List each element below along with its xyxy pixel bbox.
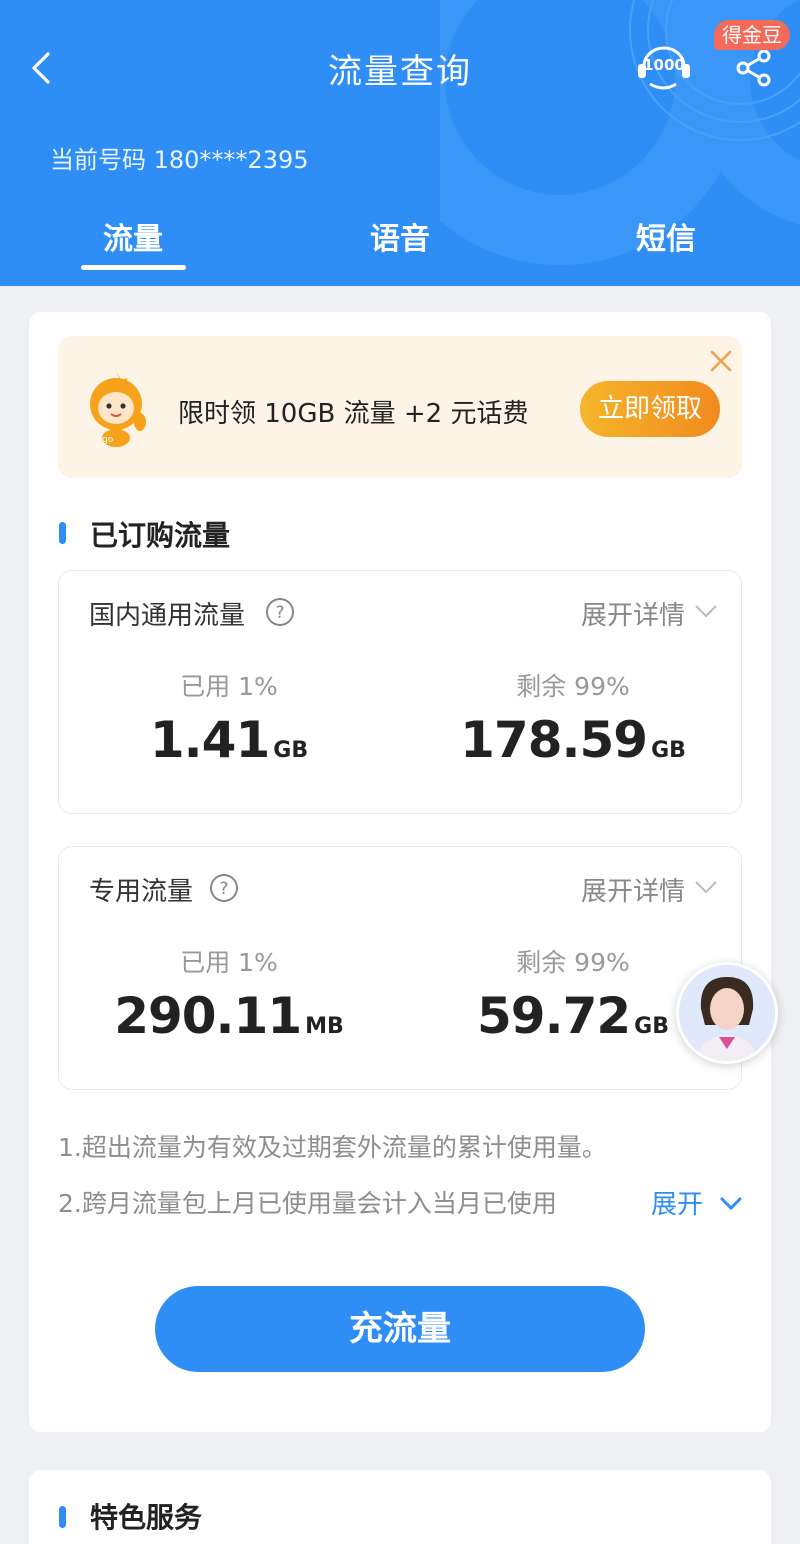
used-amount: 290.11 MB <box>69 987 389 1045</box>
section-marker <box>59 1506 66 1528</box>
active-tab-indicator <box>81 265 186 270</box>
tab-data[interactable]: 流量 <box>63 214 203 258</box>
note-line-2: 2.跨月流量包上月已使用量会计入当月已使用 <box>58 1189 557 1218</box>
mascot-label: go <box>102 435 114 445</box>
remaining-unit: GB <box>634 1014 669 1039</box>
section-marker <box>59 522 66 544</box>
tab-bar: 流量 语音 短信 <box>0 214 800 274</box>
remaining-unit: GB <box>651 738 686 763</box>
expand-details-link[interactable]: 展开详情 <box>581 595 685 632</box>
notes-expand-link[interactable]: 展开 <box>649 1184 704 1224</box>
main-card: go 限时领 10GB 流量 +2 元话费 立即领取 已订购流量 国内通用流量 … <box>29 312 771 1432</box>
used-value: 290.11 <box>114 987 302 1045</box>
assistant-avatar[interactable] <box>676 962 778 1064</box>
remaining-percent: 剩余 99% <box>516 672 630 701</box>
section-title-services: 特色服务 <box>90 1501 203 1534</box>
used-percent: 已用 1% <box>180 672 278 701</box>
chevron-down-icon[interactable] <box>693 879 719 895</box>
usage-box-special: 专用流量 ? 展开详情 已用 1% 290.11 MB 剩余 99% 59.72 G… <box>58 846 742 1090</box>
help-icon[interactable]: ? <box>209 873 239 903</box>
remaining-amount: 178.59 GB <box>413 711 733 769</box>
usage-box-general: 国内通用流量 ? 展开详情 已用 1% 1.41 GB 剩余 99% 178.59… <box>58 570 742 814</box>
used-value: 1.41 <box>149 711 270 769</box>
used-percent: 已用 1% <box>180 948 278 977</box>
remaining-value: 59.72 <box>477 987 631 1045</box>
top-up-data-button[interactable]: 充流量 <box>155 1286 645 1372</box>
help-icon[interactable]: ? <box>265 597 295 627</box>
tab-sms[interactable]: 短信 <box>596 214 736 258</box>
share-icon[interactable] <box>734 48 774 88</box>
remaining-percent: 剩余 99% <box>516 948 630 977</box>
used-unit: MB <box>305 1014 344 1039</box>
mascot-icon: go <box>90 372 146 447</box>
service-number-label: 1000 <box>643 56 685 74</box>
usage-title: 国内通用流量 <box>89 601 246 631</box>
usage-title: 专用流量 <box>89 877 194 907</box>
used-unit: GB <box>273 738 309 763</box>
tab-voice[interactable]: 语音 <box>330 214 470 258</box>
page-title: 流量查询 <box>328 52 472 92</box>
current-number: 当前号码 180****2395 <box>50 146 309 174</box>
close-icon[interactable] <box>708 348 734 374</box>
claim-now-button[interactable]: 立即领取 <box>580 381 720 437</box>
svg-text:?: ? <box>275 603 284 623</box>
back-arrow-icon[interactable] <box>24 48 64 88</box>
expand-details-link[interactable]: 展开详情 <box>581 871 685 908</box>
header: 流量查询 1000 得金豆 当前号码 180****2395 流量 语音 短信 <box>0 0 800 286</box>
remaining-value: 178.59 <box>460 711 648 769</box>
customer-service-icon[interactable]: 1000 <box>636 44 692 94</box>
chevron-down-icon[interactable] <box>693 603 719 619</box>
promo-banner[interactable]: go 限时领 10GB 流量 +2 元话费 立即领取 <box>58 336 742 478</box>
services-card: 特色服务 <box>29 1470 771 1544</box>
chevron-down-icon[interactable] <box>719 1196 743 1212</box>
used-amount: 1.41 GB <box>69 711 389 769</box>
promo-text: 限时领 10GB 流量 +2 元话费 <box>178 399 529 429</box>
gold-beans-badge[interactable]: 得金豆 <box>714 20 790 50</box>
note-line-1: 1.超出流量为有效及过期套外流量的累计使用量。 <box>58 1133 607 1162</box>
section-title-subscribed: 已订购流量 <box>90 519 231 552</box>
svg-text:?: ? <box>219 879 228 899</box>
avatar-image <box>679 965 775 1061</box>
